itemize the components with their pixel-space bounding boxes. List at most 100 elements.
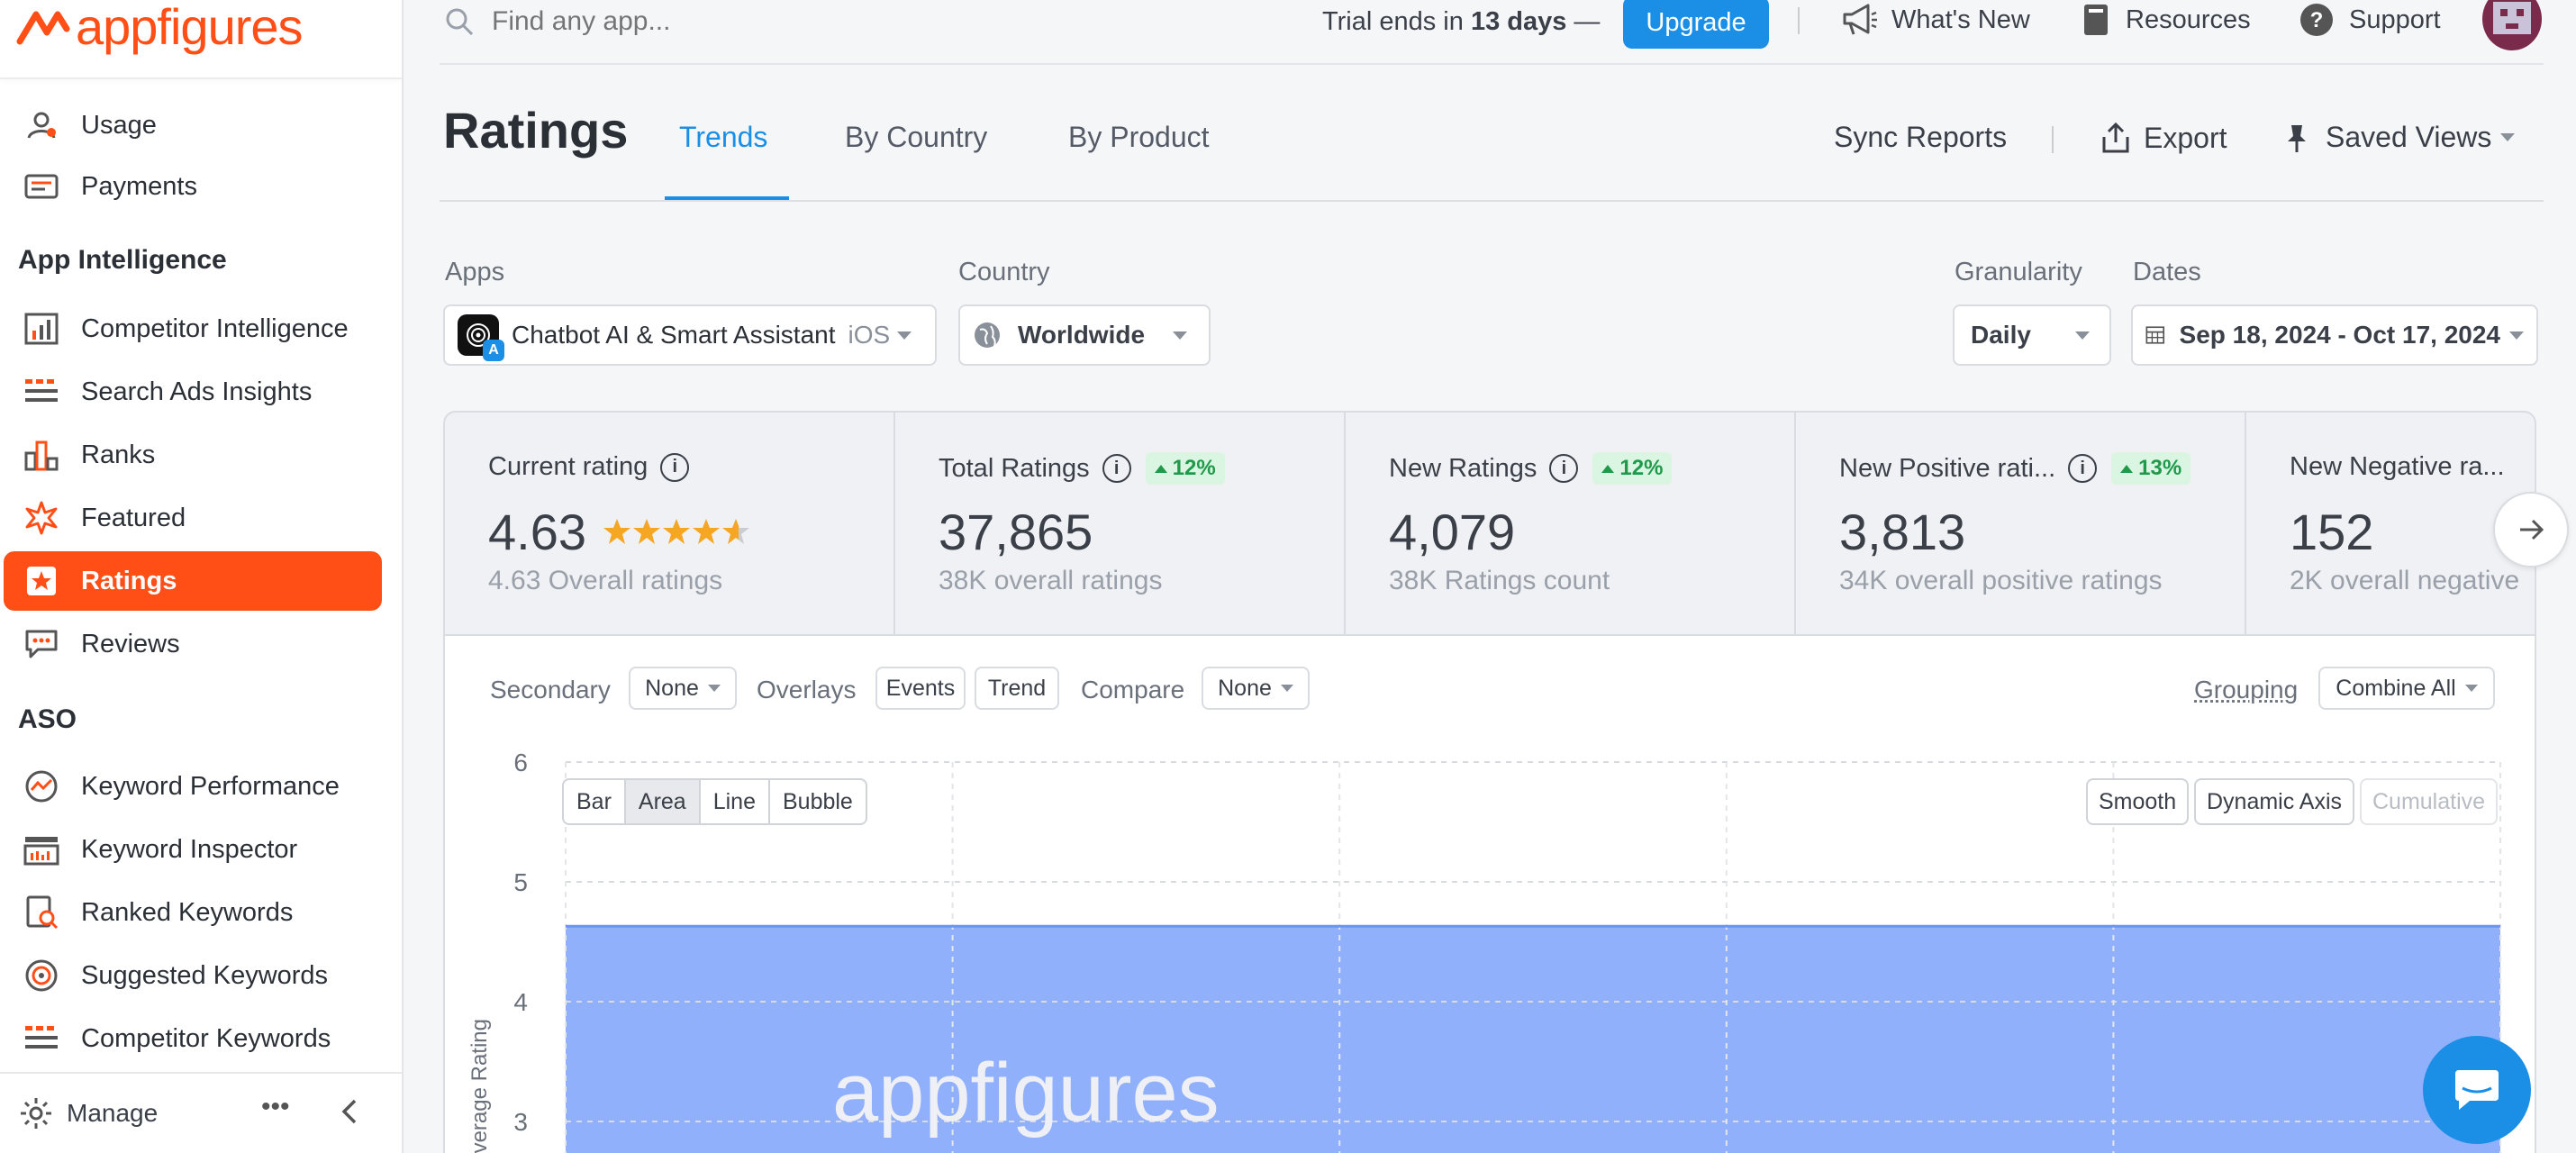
sidebar-item-ranked-keywords[interactable]: Ranked Keywords <box>4 883 382 942</box>
sidebar-item-label: Keyword Performance <box>81 771 340 801</box>
smooth-toggle[interactable]: Smooth <box>2086 778 2190 825</box>
chart-type-area[interactable]: Area <box>625 780 701 823</box>
pin-icon <box>2288 124 2306 152</box>
tab-by-product[interactable]: By Product <box>1068 121 1210 154</box>
date-range-picker[interactable]: Sep 18, 2024 - Oct 17, 2024 <box>2131 304 2538 366</box>
sidebar-item-ratings[interactable]: Ratings <box>4 551 382 611</box>
sidebar-item-label: Search Ads Insights <box>81 377 313 406</box>
megaphone-icon <box>1843 4 1877 35</box>
kpi-subtext: 4.63 Overall ratings <box>488 566 723 595</box>
grid-list-icon <box>22 1019 61 1058</box>
doc-search-icon <box>22 893 61 932</box>
arrow-up-icon <box>1154 464 1167 473</box>
resources-link[interactable]: Resources <box>2081 2 2251 38</box>
more-options-button[interactable]: ••• <box>261 1092 290 1122</box>
search-input[interactable] <box>490 0 1030 43</box>
country-selector[interactable]: Worldwide <box>958 304 1211 366</box>
chart-type-line[interactable]: Line <box>701 780 770 823</box>
kpi-label: New Positive rati... <box>1839 453 2056 483</box>
topbar-divider <box>440 63 2544 65</box>
tab-by-country[interactable]: By Country <box>845 121 987 154</box>
kpi-current-rating[interactable]: Current rating i 4.63 4.63 Overall rating… <box>445 413 895 634</box>
sidebar-item-keyword-performance[interactable]: Keyword Performance <box>4 757 382 816</box>
info-icon[interactable]: i <box>660 452 690 482</box>
trial-notice: Trial ends in 13 days — <box>1322 7 1600 37</box>
badge-value: 13% <box>2138 456 2182 480</box>
dynamic-axis-toggle[interactable]: Dynamic Axis <box>2194 778 2355 825</box>
sidebar-item-keyword-inspector[interactable]: Keyword Inspector <box>4 820 382 879</box>
granularity-selector[interactable]: Daily <box>1953 304 2111 366</box>
upgrade-button[interactable]: Upgrade <box>1623 0 1769 49</box>
export-button[interactable]: Export <box>2100 121 2227 155</box>
cumulative-toggle[interactable]: Cumulative <box>2360 778 2499 825</box>
ranks-icon <box>22 435 61 475</box>
kpi-scroll-next-button[interactable] <box>2493 492 2569 567</box>
sidebar-item-label: Ranks <box>81 440 156 469</box>
sidebar: appfigures Usage Payments App Intelligen… <box>0 0 404 1153</box>
sidebar-item-ranks[interactable]: Ranks <box>4 425 382 485</box>
manage-button[interactable]: Manage <box>18 1095 158 1131</box>
chart-type-bar[interactable]: Bar <box>564 780 626 823</box>
saved-views-dropdown[interactable]: Saved Views <box>2284 121 2516 154</box>
kpi-subtext: 2K overall negative <box>2290 566 2520 595</box>
calendar-grid-icon <box>2145 326 2165 344</box>
sidebar-item-label: Payments <box>81 171 197 201</box>
sidebar-item-payments[interactable]: Payments <box>4 157 382 216</box>
kpi-total-ratings[interactable]: Total Ratings i 12% 37,865 38K overall rat… <box>895 413 1346 634</box>
country-label: Country <box>958 258 1050 286</box>
kpi-label: New Negative ra... <box>2290 452 2505 481</box>
support-link[interactable]: ? Support <box>2299 2 2441 38</box>
kpi-label: New Ratings <box>1389 453 1537 483</box>
app-selector[interactable]: A Chatbot AI & Smart Assistant iOS <box>443 304 937 366</box>
chat-bubble-icon <box>22 624 61 664</box>
sidebar-item-competitor-keywords[interactable]: Competitor Keywords <box>4 1009 382 1068</box>
whats-new-link[interactable]: What's New <box>1841 2 2030 38</box>
resources-label: Resources <box>2126 5 2251 34</box>
sidebar-item-search-ads-insights[interactable]: Search Ads Insights <box>4 362 382 422</box>
chat-launcher-button[interactable] <box>2423 1036 2531 1144</box>
tab-trends[interactable]: Trends <box>679 121 767 154</box>
y-tick-label: 5 <box>513 868 528 896</box>
kpi-strip: Current rating i 4.63 4.63 Overall rating… <box>443 411 2536 636</box>
y-axis-label: Average Rating <box>467 1019 492 1153</box>
info-icon[interactable]: i <box>1549 454 1579 483</box>
kpi-subtext: 34K overall positive ratings <box>1839 566 2163 595</box>
grid-list-icon <box>22 372 61 412</box>
kpi-label: Total Ratings <box>939 453 1090 483</box>
trial-suffix: — <box>1566 7 1601 36</box>
star-rating-icon <box>603 518 749 544</box>
granularity-label: Granularity <box>1955 258 2082 286</box>
chart-type-toggle: Bar Area Line Bubble <box>562 778 867 825</box>
saved-views-label: Saved Views <box>2326 121 2492 153</box>
sidebar-item-suggested-keywords[interactable]: Suggested Keywords <box>4 946 382 1005</box>
info-icon[interactable]: i <box>1102 454 1131 483</box>
avatar-pattern-icon <box>2493 2 2531 34</box>
sync-reports-label: Sync Reports <box>1834 121 2008 153</box>
sidebar-item-usage[interactable]: Usage <box>4 95 382 155</box>
sync-reports-button[interactable]: Sync Reports <box>1834 121 2007 154</box>
collapse-sidebar-button[interactable] <box>335 1094 362 1134</box>
kpi-value: 4.63 <box>488 504 586 560</box>
share-upload-icon <box>2102 122 2129 153</box>
chevron-down-icon <box>897 331 912 340</box>
sidebar-item-label: Competitor Keywords <box>81 1023 331 1053</box>
inspector-icon <box>22 830 61 869</box>
chat-icon <box>2455 1070 2499 1110</box>
info-icon[interactable]: i <box>2068 454 2098 483</box>
chart-type-bubble[interactable]: Bubble <box>770 780 866 823</box>
user-circle-icon <box>22 105 61 145</box>
chevron-down-icon <box>2500 133 2516 141</box>
change-badge: 12% <box>1592 452 1673 485</box>
help-circle-icon: ? <box>2300 4 2333 36</box>
kpi-new-positive-ratings[interactable]: New Positive rati... i 13% 3,813 34K overa… <box>1796 413 2246 634</box>
sidebar-item-competitor-intelligence[interactable]: Competitor Intelligence <box>4 299 382 359</box>
target-icon <box>22 956 61 995</box>
sidebar-item-reviews[interactable]: Reviews <box>4 614 382 674</box>
sidebar-item-featured[interactable]: Featured <box>4 488 382 548</box>
appfigures-logo[interactable]: appfigures <box>16 0 304 54</box>
granularity-value: Daily <box>1971 321 2031 349</box>
kpi-new-ratings[interactable]: New Ratings i 12% 4,079 38K Ratings count <box>1346 413 1796 634</box>
badge-value: 12% <box>1172 456 1216 480</box>
sidebar-item-label: Ranked Keywords <box>81 897 294 927</box>
avatar[interactable] <box>2482 0 2542 50</box>
